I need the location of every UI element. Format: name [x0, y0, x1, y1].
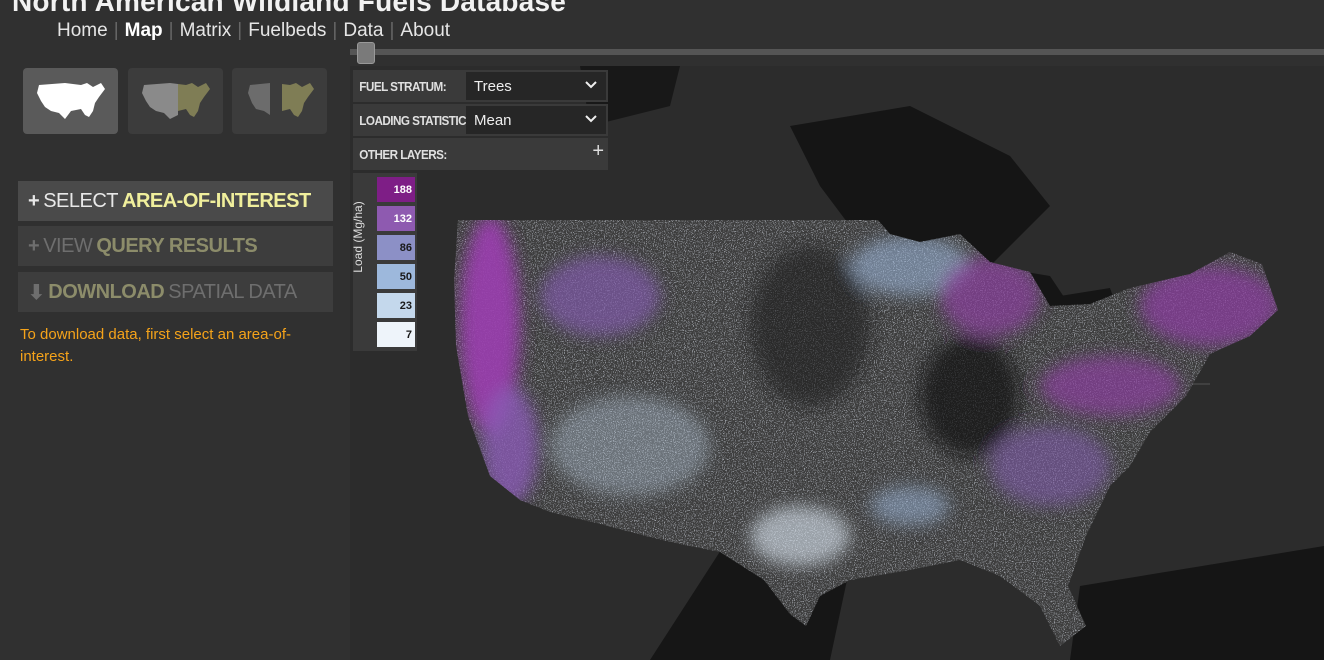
nav-separator: | [389, 20, 395, 41]
us-map-split-west-icon [247, 83, 314, 117]
legend-swatch: 132 [377, 206, 415, 231]
view-query-results-button[interactable]: + VIEW QUERY RESULTS [18, 226, 333, 266]
us-map-split-east-icon [141, 83, 210, 119]
fuel-stratum-select[interactable]: Trees [466, 72, 606, 100]
chevron-down-icon [585, 81, 597, 89]
loading-statistic-control: LOADING STATISTIC: Mean [353, 104, 608, 136]
other-layers-control[interactable]: OTHER LAYERS: + [353, 138, 608, 170]
nav-home[interactable]: Home [57, 20, 108, 42]
fuel-stratum-label: FUEL STRATUM: [359, 78, 447, 94]
legend-swatch: 50 [377, 264, 415, 289]
header: North American Wildland Fuels Database H… [0, 0, 1324, 66]
download-spatial-data-button[interactable]: ⬇ DOWNLOAD SPATIAL DATA [18, 272, 333, 312]
legend-swatch: 188 [377, 177, 415, 202]
plus-icon: + [28, 189, 40, 212]
plus-icon: + [28, 234, 40, 257]
nav-fuelbeds[interactable]: Fuelbeds [248, 20, 326, 42]
sidebar-resize-track[interactable] [350, 49, 1324, 55]
mode-button-full-map[interactable] [23, 68, 118, 134]
sidebar: + SELECT AREA-OF-INTEREST + VIEW QUERY R… [0, 66, 349, 660]
legend-swatch: 23 [377, 293, 415, 318]
download-highlight: DOWNLOAD [48, 280, 165, 303]
fuel-stratum-control: FUEL STRATUM: Trees [353, 70, 608, 102]
nav-separator: | [237, 20, 243, 41]
legend-swatch: 7 [377, 322, 415, 347]
nav-data[interactable]: Data [343, 20, 383, 42]
main-nav: Home | Map | Matrix | Fuelbeds | Data | … [57, 20, 450, 42]
select-aoi-highlight: AREA-OF-INTEREST [122, 189, 311, 212]
loading-statistic-label: LOADING STATISTIC: [359, 112, 470, 128]
chevron-down-icon [585, 115, 597, 123]
map-legend: Load (Mg/ha) 188 132 86 50 23 7 [351, 173, 417, 351]
site-title: North American Wildland Fuels Database [12, 0, 566, 17]
select-area-of-interest-button[interactable]: + SELECT AREA-OF-INTEREST [18, 181, 333, 221]
legend-swatch: 86 [377, 235, 415, 260]
nav-matrix[interactable]: Matrix [180, 20, 232, 42]
sidebar-resize-handle[interactable] [357, 42, 375, 64]
us-map-icon [36, 83, 105, 119]
mode-button-east-split[interactable] [128, 68, 223, 134]
fuel-stratum-value: Trees [474, 77, 512, 95]
nav-separator: | [332, 20, 338, 41]
download-note: To download data, first select an area-o… [20, 326, 291, 365]
select-aoi-prefix: SELECT [43, 189, 118, 212]
loading-statistic-value: Mean [474, 111, 512, 129]
download-icon: ⬇ [28, 281, 45, 304]
download-suffix: SPATIAL DATA [168, 280, 297, 303]
legend-title: Load (Mg/ha) [351, 201, 365, 273]
other-layers-label: OTHER LAYERS: [359, 146, 447, 162]
mode-button-west-split[interactable] [232, 68, 327, 134]
view-results-highlight: QUERY RESULTS [96, 234, 258, 257]
nav-map[interactable]: Map [125, 20, 163, 42]
nav-about[interactable]: About [400, 20, 450, 42]
loading-statistic-select[interactable]: Mean [466, 106, 606, 134]
plus-icon[interactable]: + [592, 140, 604, 163]
nav-separator: | [168, 20, 174, 41]
nav-separator: | [113, 20, 119, 41]
view-results-prefix: VIEW [43, 234, 93, 257]
